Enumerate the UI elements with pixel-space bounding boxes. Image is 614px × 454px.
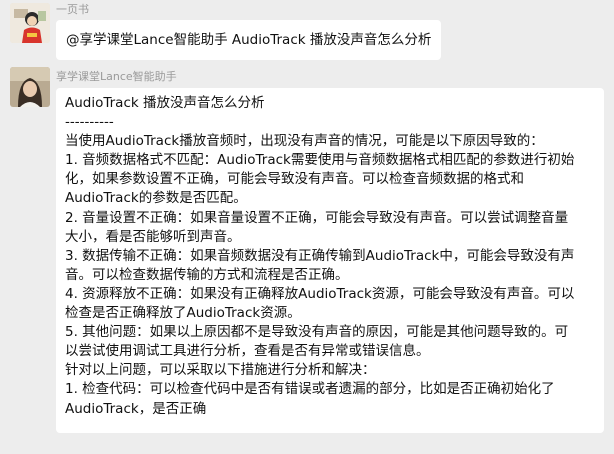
message-line: AudioTrack，是否正确 (65, 400, 207, 417)
message-line: AudioTrack的参数是否匹配。 (65, 190, 247, 207)
message-line: 1. 检查代码：可以检查代码中是否有错误或者遗漏的部分，比如是否正确初始化了 (65, 381, 555, 398)
assistant-avatar[interactable] (10, 67, 50, 107)
message-line: 针对以上问题，可以采取以下措施进行分析和解决： (65, 362, 376, 379)
sender-name: 一页书 (56, 3, 89, 16)
assistant-avatar-illustration (10, 67, 50, 107)
message-line: 当使用AudioTrack播放音频时，出现没有声音的情况，可能是以下原因导致的： (65, 133, 544, 150)
chat-message-assistant: 享学课堂Lance智能助手 AudioTrack 播放没声音怎么分析 -----… (0, 64, 614, 454)
message-line: AudioTrack 播放没声音怎么分析 (65, 95, 265, 111)
chat-message-user: 一页书 @享学课堂Lance智能助手 AudioTrack 播放没声音怎么分析 (0, 0, 614, 64)
message-line: 2. 音量设置不正确：如果音量设置不正确，可能会导致没有声音。可以尝试调整音量 (65, 209, 569, 226)
message-line: 化，如果参数设置不正确，可能会导致没有声音。可以检查音频数据的格式和 (65, 171, 524, 188)
message-line: 以尝试使用调试工具进行分析，查看是否有异常或错误信息。 (65, 343, 430, 360)
message-line: 1. 音频数据格式不匹配：AudioTrack需要使用与音频数据格式相匹配的参数… (65, 152, 575, 169)
message-line: 3. 数据传输不正确：如果音频数据没有正确传输到AudioTrack中，可能会导… (65, 247, 575, 264)
message-line: 音。可以检查数据传输的方式和流程是否正确。 (65, 266, 349, 283)
message-bubble[interactable]: AudioTrack 播放没声音怎么分析 ---------- 当使用Audio… (56, 88, 604, 433)
message-bubble[interactable]: @享学课堂Lance智能助手 AudioTrack 播放没声音怎么分析 (56, 20, 442, 60)
message-line: ---------- (65, 114, 114, 131)
message-line: 检查是否正确释放了AudioTrack资源。 (65, 305, 301, 322)
sender-name: 享学课堂Lance智能助手 (56, 70, 177, 83)
message-line: 4. 资源释放不正确：如果没有正确释放AudioTrack资源，可能会导致没有声… (65, 285, 575, 302)
message-line: 大小，看是否能够听到声音。 (65, 228, 241, 245)
message-line: 5. 其他问题：如果以上原因都不是导致没有声音的原因，可能是其他问题导致的。可 (65, 324, 569, 341)
user-avatar-illustration (10, 3, 50, 43)
message-text: @享学课堂Lance智能助手 AudioTrack 播放没声音怎么分析 (66, 32, 432, 48)
user-avatar[interactable] (10, 3, 50, 43)
